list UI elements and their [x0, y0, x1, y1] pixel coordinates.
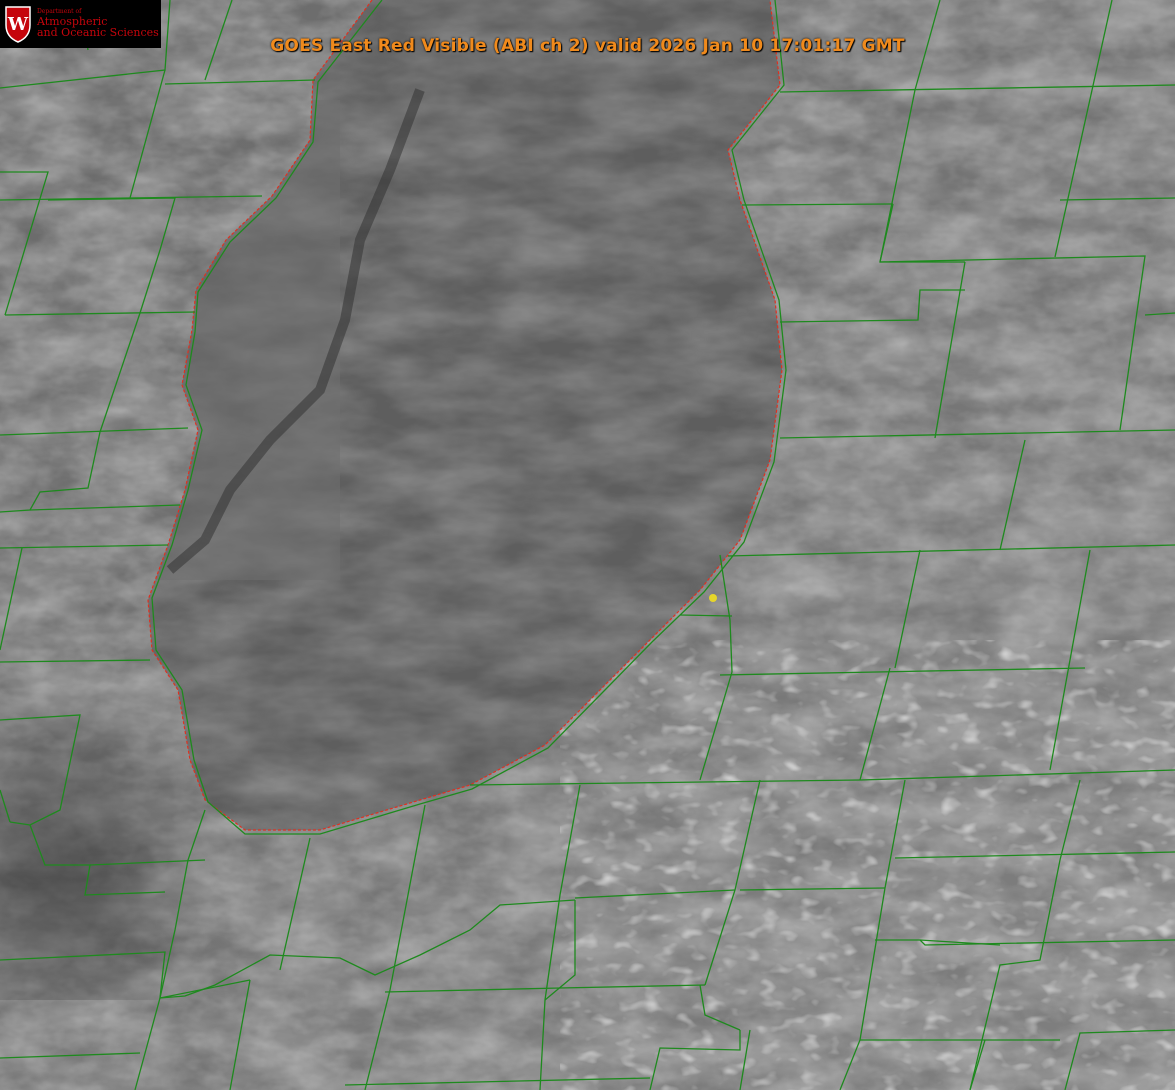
image-title: GOES East Red Visible (ABI ch 2) valid 2…: [0, 36, 1175, 56]
bright-clouds: [560, 640, 1175, 1090]
title-text: GOES East Red Visible (ABI ch 2) valid 2…: [270, 36, 905, 56]
yellow-dot-marker: [709, 594, 717, 602]
satellite-map: [0, 0, 1175, 1090]
logo-text: Department of Atmospheric and Oceanic Sc…: [37, 8, 159, 38]
logo-letter: W: [7, 14, 29, 35]
